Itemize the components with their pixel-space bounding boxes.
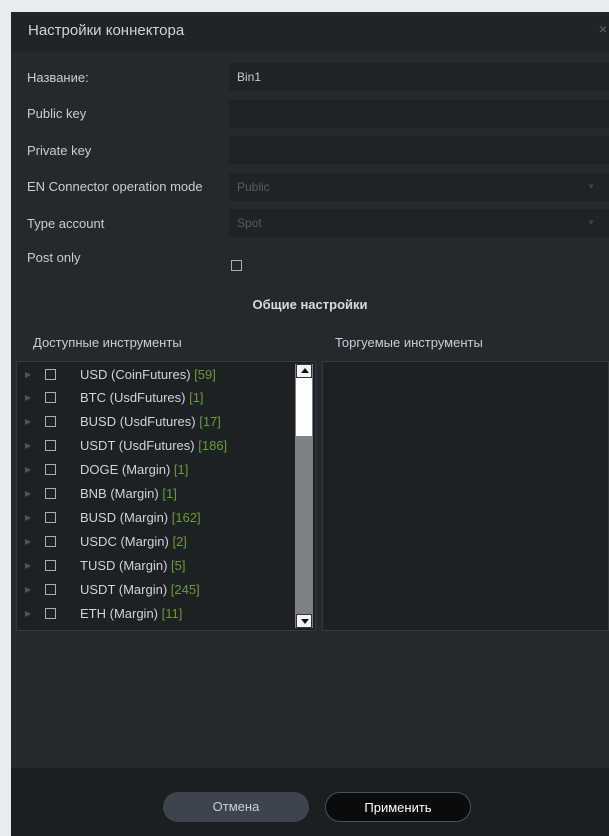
list-item[interactable]: ▶ BNB (Margin) [1] <box>17 484 292 504</box>
item-checkbox[interactable] <box>45 392 56 403</box>
item-count: [245] <box>170 582 200 597</box>
title-bar: Настройки коннектора × <box>11 12 609 52</box>
item-name: BTC (UsdFutures) <box>80 390 186 405</box>
list-item[interactable]: ▶ ETH (Margin) [11] <box>17 604 292 624</box>
expand-arrow-icon[interactable]: ▶ <box>25 441 31 450</box>
item-count: [1] <box>162 486 177 501</box>
expand-arrow-icon[interactable]: ▶ <box>25 585 31 594</box>
public-key-label: Public key <box>27 106 87 121</box>
item-name: USD (CoinFutures) <box>80 367 191 382</box>
available-instruments-header: Доступные инструменты <box>33 335 182 350</box>
list-item[interactable]: ▶ USD (CoinFutures) [59] <box>17 365 292 385</box>
operation-mode-select[interactable]: Public ▼ <box>229 173 609 201</box>
apply-button[interactable]: Применить <box>325 792 471 822</box>
item-checkbox[interactable] <box>45 416 56 427</box>
scroll-thumb[interactable] <box>296 378 312 436</box>
expand-arrow-icon[interactable]: ▶ <box>25 417 31 426</box>
item-checkbox[interactable] <box>45 512 56 523</box>
item-checkbox[interactable] <box>45 608 56 619</box>
list-scrollbar[interactable] <box>295 364 313 628</box>
operation-mode-label: EN Connector operation mode <box>27 179 203 194</box>
connector-settings-dialog: Настройки коннектора × Название: Bin1 Pu… <box>11 12 609 836</box>
list-item[interactable]: ▶ DOGE (Margin) [1] <box>17 460 292 480</box>
cancel-button[interactable]: Отмена <box>163 792 309 822</box>
item-checkbox[interactable] <box>45 560 56 571</box>
list-item[interactable]: ▶ BTC (UsdFutures) [1] <box>17 388 292 408</box>
scroll-up-arrow-icon[interactable] <box>296 364 312 378</box>
list-item[interactable]: ▶ USDC (Margin) [2] <box>17 532 292 552</box>
list-item[interactable]: ▶ TUSD (Margin) [5] <box>17 556 292 576</box>
list-item[interactable]: ▶ USDT (Margin) [245] <box>17 580 292 600</box>
traded-instruments-header: Торгуемые инструменты <box>335 335 483 350</box>
item-checkbox[interactable] <box>45 584 56 595</box>
available-instruments-list[interactable]: ▶ USD (CoinFutures) [59] ▶ BTC (UsdFutur… <box>16 361 316 631</box>
expand-arrow-icon[interactable]: ▶ <box>25 393 31 402</box>
operation-mode-value: Public <box>237 180 270 194</box>
dialog-title: Настройки коннектора <box>28 22 185 39</box>
chevron-down-icon: ▼ <box>587 218 595 227</box>
item-name: TUSD (Margin) <box>80 558 168 573</box>
item-checkbox[interactable] <box>45 488 56 499</box>
public-key-field[interactable] <box>229 100 609 128</box>
section-title: Общие настройки <box>252 297 368 312</box>
item-count: [59] <box>194 367 216 382</box>
private-key-field[interactable] <box>229 136 609 164</box>
list-item[interactable]: ▶ BUSD (Margin) [162] <box>17 508 292 528</box>
chevron-down-icon: ▼ <box>587 182 595 191</box>
expand-arrow-icon[interactable]: ▶ <box>25 489 31 498</box>
item-name: DOGE (Margin) <box>80 462 171 477</box>
item-checkbox[interactable] <box>45 536 56 547</box>
item-count: [2] <box>172 534 187 549</box>
item-count: [17] <box>199 414 221 429</box>
post-only-label: Post only <box>27 250 81 265</box>
expand-arrow-icon[interactable]: ▶ <box>25 561 31 570</box>
item-count: [5] <box>171 558 186 573</box>
traded-instruments-list[interactable] <box>322 361 609 631</box>
list-item[interactable]: ▶ BUSD (UsdFutures) [17] <box>17 412 292 432</box>
item-count: [186] <box>198 438 228 453</box>
item-count: [162] <box>171 510 201 525</box>
type-account-label: Type account <box>27 216 105 231</box>
item-name: BUSD (UsdFutures) <box>80 414 196 429</box>
item-name: BNB (Margin) <box>80 486 159 501</box>
item-name: BUSD (Margin) <box>80 510 169 525</box>
item-count: [1] <box>173 462 189 477</box>
item-count: [11] <box>161 606 183 621</box>
item-name: ETH (Margin) <box>80 606 159 621</box>
item-checkbox[interactable] <box>45 464 56 475</box>
expand-arrow-icon[interactable]: ▶ <box>25 513 31 522</box>
scroll-down-arrow-icon[interactable] <box>296 614 312 628</box>
name-field[interactable]: Bin1 <box>229 63 609 91</box>
type-account-select[interactable]: Spot ▼ <box>229 209 609 237</box>
item-name: USDT (UsdFutures) <box>80 438 195 453</box>
expand-arrow-icon[interactable]: ▶ <box>25 609 31 618</box>
close-icon[interactable]: × <box>599 21 607 37</box>
expand-arrow-icon[interactable]: ▶ <box>25 370 31 379</box>
type-account-value: Spot <box>237 216 262 230</box>
item-checkbox[interactable] <box>45 440 56 451</box>
dialog-footer: Отмена Применить <box>11 768 609 836</box>
list-item[interactable]: ▶ USDT (UsdFutures) [186] <box>17 436 292 456</box>
name-value: Bin1 <box>237 70 262 84</box>
item-name: USDT (Margin) <box>80 582 168 597</box>
name-label: Название: <box>27 70 89 85</box>
item-name: USDC (Margin) <box>80 534 169 549</box>
expand-arrow-icon[interactable]: ▶ <box>25 465 31 474</box>
private-key-label: Private key <box>27 143 92 158</box>
item-count: [1] <box>189 390 204 405</box>
post-only-checkbox[interactable] <box>231 260 242 271</box>
expand-arrow-icon[interactable]: ▶ <box>25 537 31 546</box>
item-checkbox[interactable] <box>45 369 56 380</box>
